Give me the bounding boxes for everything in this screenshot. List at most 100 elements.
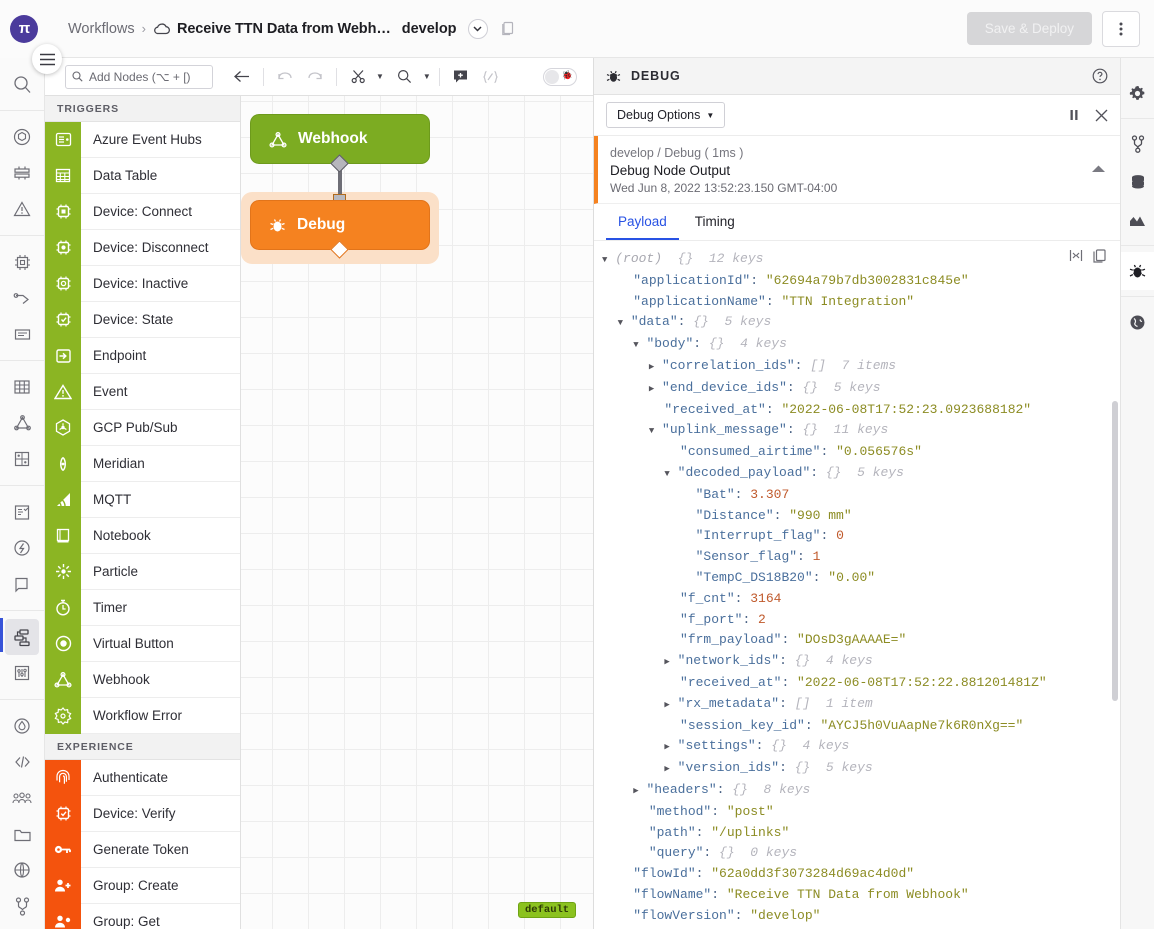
settings-sliders-icon[interactable]: [0, 655, 45, 691]
copy-icon[interactable]: [501, 21, 514, 36]
palette-item-event[interactable]: Event: [45, 374, 240, 410]
collapse-triangle-icon[interactable]: ▼: [649, 426, 654, 436]
menu-toggle-button[interactable]: [32, 44, 62, 74]
chart-icon[interactable]: [1121, 201, 1154, 239]
more-options-button[interactable]: [1102, 11, 1140, 47]
expand-triangle-icon[interactable]: ▶: [664, 700, 669, 710]
palette-item-device-state[interactable]: Device: State: [45, 302, 240, 338]
git-branch-icon[interactable]: [1121, 125, 1154, 163]
data-tables-icon[interactable]: [0, 369, 45, 405]
payload-scrollbar-thumb[interactable]: [1112, 401, 1118, 701]
device-logs-icon[interactable]: [0, 316, 45, 352]
payload-line[interactable]: ▼ (root) {} 12 keys: [594, 249, 1120, 271]
collapse-triangle-icon[interactable]: ▼: [633, 340, 638, 350]
palette-item-azure-event-hubs[interactable]: Azure Event Hubs: [45, 122, 240, 158]
payload-line[interactable]: "f_port": 2: [594, 610, 1120, 631]
notebooks-icon[interactable]: [0, 494, 45, 530]
branch-icon[interactable]: [0, 888, 45, 924]
payload-line[interactable]: "Interrupt_flag": 0: [594, 526, 1120, 547]
payload-line[interactable]: "TempC_DS18B20": "0.00": [594, 568, 1120, 589]
palette-item-device-inactive[interactable]: Device: Inactive: [45, 266, 240, 302]
payload-line[interactable]: "flowId": "62a0dd3f3073284d69ac4d0d": [594, 864, 1120, 885]
payload-line[interactable]: ▶ "network_ids": {} 4 keys: [594, 651, 1120, 673]
folder-icon[interactable]: [0, 816, 45, 852]
payload-line[interactable]: "Sensor_flag": 1: [594, 547, 1120, 568]
events-icon[interactable]: [0, 191, 45, 227]
save-deploy-button[interactable]: Save & Deploy: [967, 12, 1092, 45]
payload-line[interactable]: "received_at": "2022-06-08T17:52:23.0923…: [594, 400, 1120, 421]
template-brackets-icon[interactable]: [478, 64, 504, 90]
webhooks-icon[interactable]: [0, 405, 45, 441]
payload-line[interactable]: "Distance": "990 mm": [594, 506, 1120, 527]
tab-payload[interactable]: Payload: [606, 204, 679, 240]
payload-line[interactable]: ▼ "body": {} 4 keys: [594, 334, 1120, 356]
close-icon[interactable]: [1095, 109, 1108, 122]
help-icon[interactable]: [1092, 68, 1108, 84]
payload-line[interactable]: "applicationId": "62694a79b7db3002831c84…: [594, 271, 1120, 292]
collapse-triangle-icon[interactable]: ▼: [664, 469, 669, 479]
payload-line[interactable]: "flowName": "Receive TTN Data from Webho…: [594, 885, 1120, 906]
palette-item-data-table[interactable]: Data Table: [45, 158, 240, 194]
palette-item-device-disconnect[interactable]: Device: Disconnect: [45, 230, 240, 266]
collapse-triangle-icon[interactable]: ▼: [602, 255, 607, 265]
palette-item-notebook[interactable]: Notebook: [45, 518, 240, 554]
payload-line[interactable]: ▶ "rx_metadata": [] 1 item: [594, 694, 1120, 716]
payload-line[interactable]: ▶ "version_ids": {} 5 keys: [594, 758, 1120, 780]
code-icon[interactable]: [0, 744, 45, 780]
payload-line[interactable]: ▶ "settings": {} 4 keys: [594, 736, 1120, 758]
zoom-chevron-down-icon[interactable]: ▼: [423, 72, 431, 81]
redo-button[interactable]: [302, 64, 328, 90]
expand-triangle-icon[interactable]: ▶: [664, 742, 669, 752]
breadcrumb-workflows-link[interactable]: Workflows: [68, 21, 135, 37]
undo-button[interactable]: [272, 64, 298, 90]
debug-toggle[interactable]: 🐞: [543, 68, 577, 86]
devices-icon[interactable]: [0, 244, 45, 280]
tab-timing[interactable]: Timing: [683, 204, 747, 240]
payload-line[interactable]: "path": "/uplinks": [594, 823, 1120, 844]
palette-item-meridian[interactable]: Meridian: [45, 446, 240, 482]
payload-scrollbar-track[interactable]: [1112, 241, 1119, 929]
water-drop-icon[interactable]: [0, 708, 45, 744]
expand-all-icon[interactable]: [1069, 249, 1083, 263]
palette-item-particle[interactable]: Particle: [45, 554, 240, 590]
palette-item-virtual-button[interactable]: Virtual Button: [45, 626, 240, 662]
device-recipe-icon[interactable]: [0, 280, 45, 316]
palette-item-device-verify[interactable]: Device: Verify: [45, 796, 240, 832]
palette-item-authenticate[interactable]: Authenticate: [45, 760, 240, 796]
sidebar-item-workflows[interactable]: [5, 619, 39, 655]
palette-item-endpoint[interactable]: Endpoint: [45, 338, 240, 374]
dashboard-icon[interactable]: [0, 155, 45, 191]
payload-line[interactable]: ▶ "headers": {} 8 keys: [594, 780, 1120, 802]
expand-triangle-icon[interactable]: ▶: [664, 764, 669, 774]
cut-chevron-down-icon[interactable]: ▼: [376, 72, 384, 81]
palette-item-timer[interactable]: Timer: [45, 590, 240, 626]
payload-json-viewer[interactable]: ▼ (root) {} 12 keys "applicationId": "62…: [594, 241, 1120, 929]
copy-payload-icon[interactable]: [1093, 249, 1106, 263]
add-nodes-search[interactable]: Add Nodes (⌥ + [): [65, 65, 213, 89]
files-icon[interactable]: [0, 566, 45, 602]
palette-item-group-get[interactable]: Group: Get: [45, 904, 240, 929]
palette-item-gcp-pubsub[interactable]: GCP Pub/Sub: [45, 410, 240, 446]
payload-line[interactable]: ▼ "data": {} 5 keys: [594, 312, 1120, 334]
payload-line[interactable]: "query": {} 0 keys: [594, 843, 1120, 864]
workflow-canvas[interactable]: Webhook Debug default: [241, 96, 593, 929]
payload-line[interactable]: ▶ "end_device_ids": {} 5 keys: [594, 378, 1120, 400]
add-comment-icon[interactable]: [448, 64, 474, 90]
payload-line[interactable]: ▶ "correlation_ids": [] 7 items: [594, 356, 1120, 378]
globe-icon[interactable]: [0, 852, 45, 888]
payload-line[interactable]: "session_key_id": "AYCJ5h0VuAapNe7k6R0nX…: [594, 716, 1120, 737]
expand-triangle-icon[interactable]: ▶: [649, 384, 654, 394]
payload-line[interactable]: "method": "post": [594, 802, 1120, 823]
expand-triangle-icon[interactable]: ▶: [664, 657, 669, 667]
palette-item-mqtt[interactable]: MQTT: [45, 482, 240, 518]
payload-line[interactable]: ▼ "uplink_message": {} 11 keys: [594, 420, 1120, 442]
payload-line[interactable]: "Bat": 3.307: [594, 485, 1120, 506]
database-icon[interactable]: [1121, 163, 1154, 201]
back-button[interactable]: [229, 64, 255, 90]
application-icon[interactable]: [0, 119, 45, 155]
collapse-triangle-icon[interactable]: ▼: [618, 318, 623, 328]
payload-line[interactable]: "consumed_airtime": "0.056576s": [594, 442, 1120, 463]
brand-logo[interactable]: π: [10, 15, 38, 43]
debug-options-button[interactable]: Debug Options ▼: [606, 102, 725, 128]
integrations-icon[interactable]: [0, 441, 45, 477]
